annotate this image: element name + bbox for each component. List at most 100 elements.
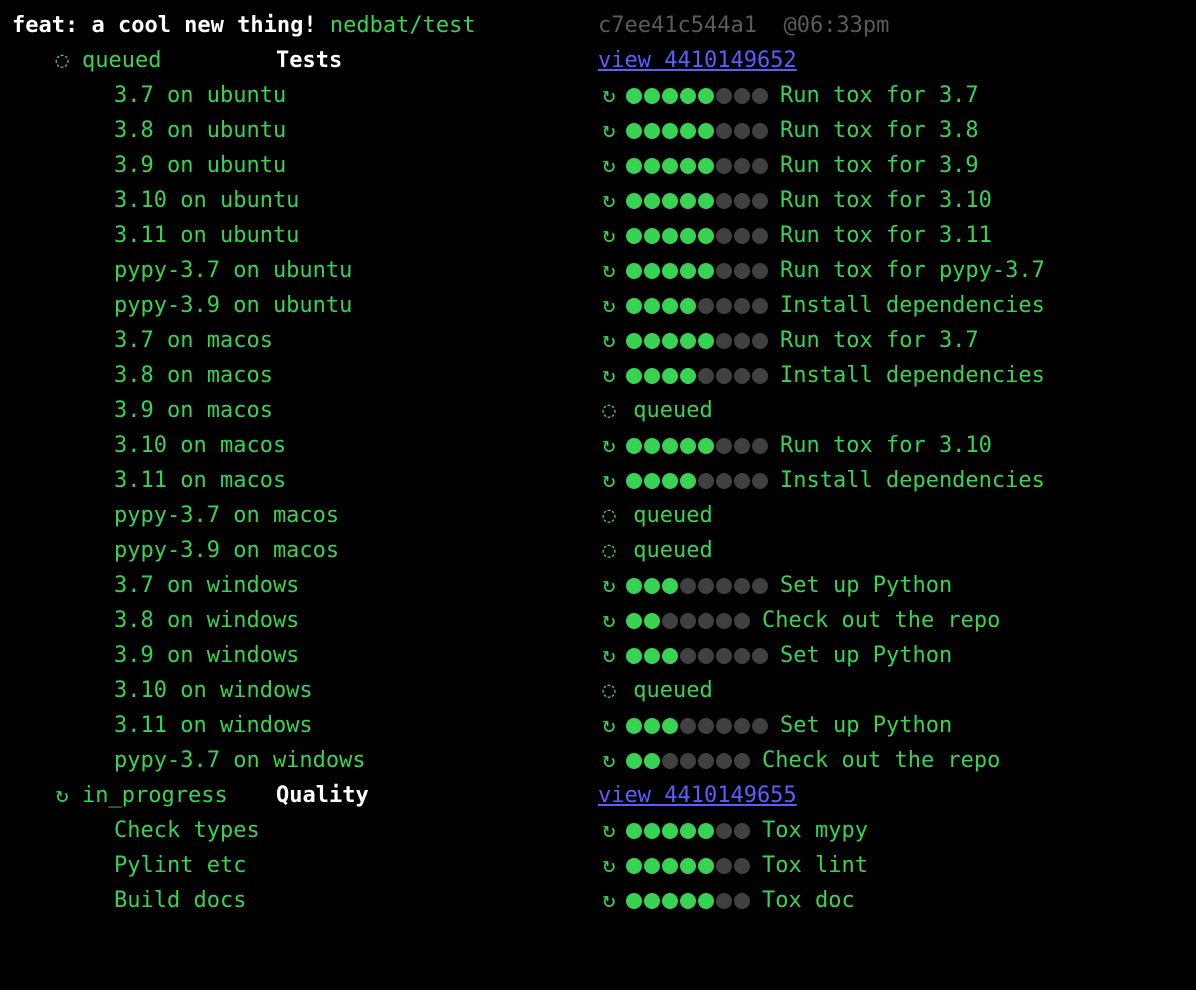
dot-icon [680, 158, 696, 174]
workflow-group-header: ↻ in_progressQualityview 4410149655 [12, 778, 1184, 813]
branch-name: nedbat/test [330, 8, 476, 43]
spinner-icon: ↻ [598, 603, 620, 638]
dot-icon [626, 473, 642, 489]
dot-icon [644, 438, 660, 454]
dot-icon [716, 753, 732, 769]
dot-icon [698, 193, 714, 209]
progress-dots [626, 88, 770, 104]
spinner-icon: ↻ [598, 568, 620, 603]
job-step: Tox mypy [762, 813, 868, 848]
dot-icon [734, 893, 750, 909]
dot-icon [626, 613, 642, 629]
commit-sha: c7ee41c544a1 [598, 8, 757, 43]
dot-icon [716, 88, 732, 104]
progress-dots [626, 648, 770, 664]
dot-icon [698, 368, 714, 384]
spinner-icon: ↻ [598, 428, 620, 463]
spinner-icon: ↻ [598, 113, 620, 148]
spinner-icon: ↻ [598, 218, 620, 253]
dot-icon [734, 158, 750, 174]
dot-icon [644, 123, 660, 139]
job-name: 3.7 on macos [114, 323, 273, 358]
dot-icon [662, 123, 678, 139]
job-step: Run tox for 3.7 [780, 78, 979, 113]
dot-icon [680, 578, 696, 594]
dot-icon [680, 613, 696, 629]
view-run-link[interactable]: view 4410149652 [598, 43, 797, 78]
job-row: 3.11 on windows↻Set up Python [12, 708, 1184, 743]
dot-icon [644, 718, 660, 734]
progress-dots [626, 753, 752, 769]
dot-icon [626, 753, 642, 769]
job-name: 3.10 on windows [114, 673, 313, 708]
dot-icon [644, 823, 660, 839]
dot-icon [716, 263, 732, 279]
dot-icon [734, 228, 750, 244]
dot-icon [698, 88, 714, 104]
job-row: 3.11 on ubuntu↻Run tox for 3.11 [12, 218, 1184, 253]
job-step: Run tox for 3.11 [780, 218, 992, 253]
dot-icon [644, 263, 660, 279]
dot-icon [680, 228, 696, 244]
dot-icon [680, 438, 696, 454]
dot-icon [662, 473, 678, 489]
job-name: 3.8 on ubuntu [114, 113, 286, 148]
dot-icon [662, 263, 678, 279]
dot-icon [734, 263, 750, 279]
view-run-link[interactable]: view 4410149655 [598, 778, 797, 813]
dot-icon [662, 88, 678, 104]
dot-icon [626, 823, 642, 839]
dot-icon [698, 858, 714, 874]
spinner-icon: ↻ [598, 253, 620, 288]
job-row: 3.9 on windows↻Set up Python [12, 638, 1184, 673]
job-name: pypy-3.7 on windows [114, 743, 366, 778]
dot-icon [734, 718, 750, 734]
dot-icon [698, 648, 714, 664]
spinner-icon: ↻ [598, 708, 620, 743]
dot-icon [644, 228, 660, 244]
dot-icon [716, 158, 732, 174]
spinner-icon: ↻ [598, 848, 620, 883]
dot-icon [626, 158, 642, 174]
dot-icon [662, 193, 678, 209]
dot-icon [626, 718, 642, 734]
dot-icon [644, 613, 660, 629]
spinner-icon: ↻ [598, 148, 620, 183]
dot-icon [734, 858, 750, 874]
dot-icon [644, 298, 660, 314]
group-title: Quality [276, 778, 369, 813]
job-name: Pylint etc [114, 848, 246, 883]
dot-icon [644, 333, 660, 349]
group-status: in_progress [82, 778, 276, 813]
dot-icon [680, 753, 696, 769]
spinner-icon: ↻ [598, 78, 620, 113]
job-name: 3.11 on macos [114, 463, 286, 498]
dot-icon [698, 578, 714, 594]
dot-icon [716, 333, 732, 349]
job-row: pypy-3.9 on macos◌ queued [12, 533, 1184, 568]
job-name: 3.11 on windows [114, 708, 313, 743]
dot-icon [644, 88, 660, 104]
dot-icon [734, 473, 750, 489]
job-name: 3.8 on macos [114, 358, 273, 393]
job-name: 3.10 on ubuntu [114, 183, 299, 218]
job-step: Run tox for 3.9 [780, 148, 979, 183]
progress-dots [626, 438, 770, 454]
dot-icon [698, 228, 714, 244]
job-name: 3.7 on ubuntu [114, 78, 286, 113]
dot-icon [716, 438, 732, 454]
dot-icon [716, 123, 732, 139]
dot-icon [644, 858, 660, 874]
progress-dots [626, 123, 770, 139]
progress-dots [626, 578, 770, 594]
job-name: 3.9 on ubuntu [114, 148, 286, 183]
dot-icon [716, 613, 732, 629]
dot-icon [716, 193, 732, 209]
commit-time: @06:33pm [783, 8, 889, 43]
spinner-icon: ↻ [598, 813, 620, 848]
dot-icon [626, 123, 642, 139]
spinner-icon: ↻ [598, 323, 620, 358]
clock-icon: ◌ [56, 48, 83, 73]
dot-icon [698, 753, 714, 769]
spinner-icon: ↻ [598, 358, 620, 393]
